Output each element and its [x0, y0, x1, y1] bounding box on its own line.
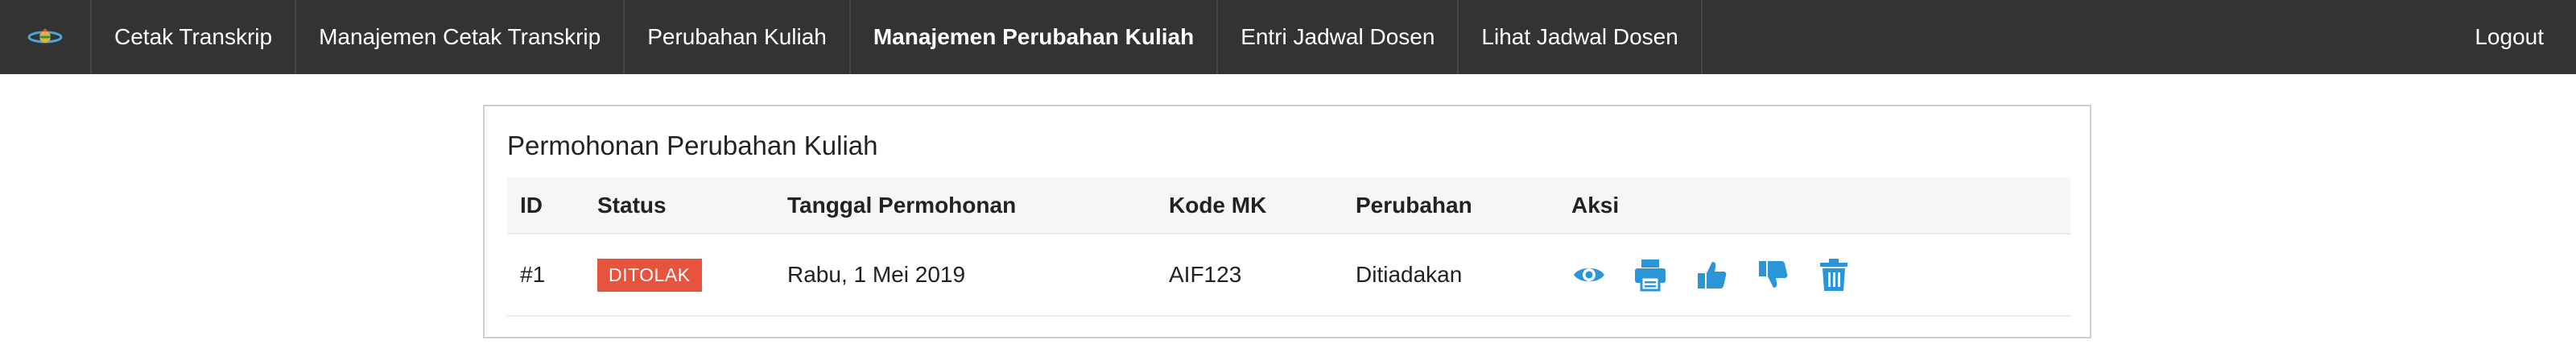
delete-button[interactable]: [1816, 257, 1852, 293]
trash-icon: [1820, 259, 1847, 291]
request-table: ID Status Tanggal Permohonan Kode MK Per…: [507, 177, 2070, 317]
print-button[interactable]: [1633, 257, 1668, 293]
action-group: [1571, 257, 2058, 293]
nav-perubahan-kuliah[interactable]: Perubahan Kuliah: [625, 0, 851, 74]
top-navbar: Cetak Transkrip Manajemen Cetak Transkri…: [0, 0, 2576, 74]
col-status: Status: [584, 177, 774, 235]
col-tanggal: Tanggal Permohonan: [774, 177, 1156, 235]
panel-title: Permohonan Perubahan Kuliah: [507, 131, 878, 160]
cell-status: DITOLAK: [584, 234, 774, 316]
col-id: ID: [507, 177, 584, 235]
nav-manajemen-cetak-transkrip[interactable]: Manajemen Cetak Transkrip: [296, 0, 625, 74]
col-kode-mk: Kode MK: [1156, 177, 1343, 235]
nav-lihat-jadwal-dosen[interactable]: Lihat Jadwal Dosen: [1459, 0, 1703, 74]
approve-button[interactable]: [1694, 257, 1729, 293]
printer-icon: [1635, 259, 1666, 292]
table-header-row: ID Status Tanggal Permohonan Kode MK Per…: [507, 177, 2070, 235]
cell-kode-mk: AIF123: [1169, 262, 1242, 287]
nav-manajemen-perubahan-kuliah[interactable]: Manajemen Perubahan Kuliah: [851, 0, 1219, 74]
reject-button[interactable]: [1755, 257, 1790, 293]
cell-aksi: [1558, 234, 2070, 316]
col-perubahan: Perubahan: [1343, 177, 1558, 235]
cell-id: #1: [520, 262, 546, 287]
university-logo-icon: [27, 28, 63, 44]
status-badge: DITOLAK: [597, 258, 702, 292]
cell-tanggal: Rabu, 1 Mei 2019: [787, 262, 966, 287]
thumbs-down-icon: [1759, 261, 1788, 288]
logout-link[interactable]: Logout: [2452, 0, 2576, 74]
table-row: #1 DITOLAK Rabu, 1 Mei 2019 AIF123 Ditia…: [507, 234, 2070, 316]
nav-entri-jadwal-dosen[interactable]: Entri Jadwal Dosen: [1218, 0, 1459, 74]
col-aksi: Aksi: [1558, 177, 2070, 235]
cell-perubahan: Ditiadakan: [1356, 262, 1463, 287]
thumbs-up-icon: [1698, 262, 1727, 289]
eye-icon: [1574, 268, 1604, 282]
home-logo[interactable]: [0, 0, 92, 74]
view-button[interactable]: [1571, 257, 1607, 293]
request-panel: Permohonan Perubahan Kuliah ID Status Ta…: [483, 105, 2091, 338]
nav-cetak-transkrip[interactable]: Cetak Transkrip: [92, 0, 297, 74]
